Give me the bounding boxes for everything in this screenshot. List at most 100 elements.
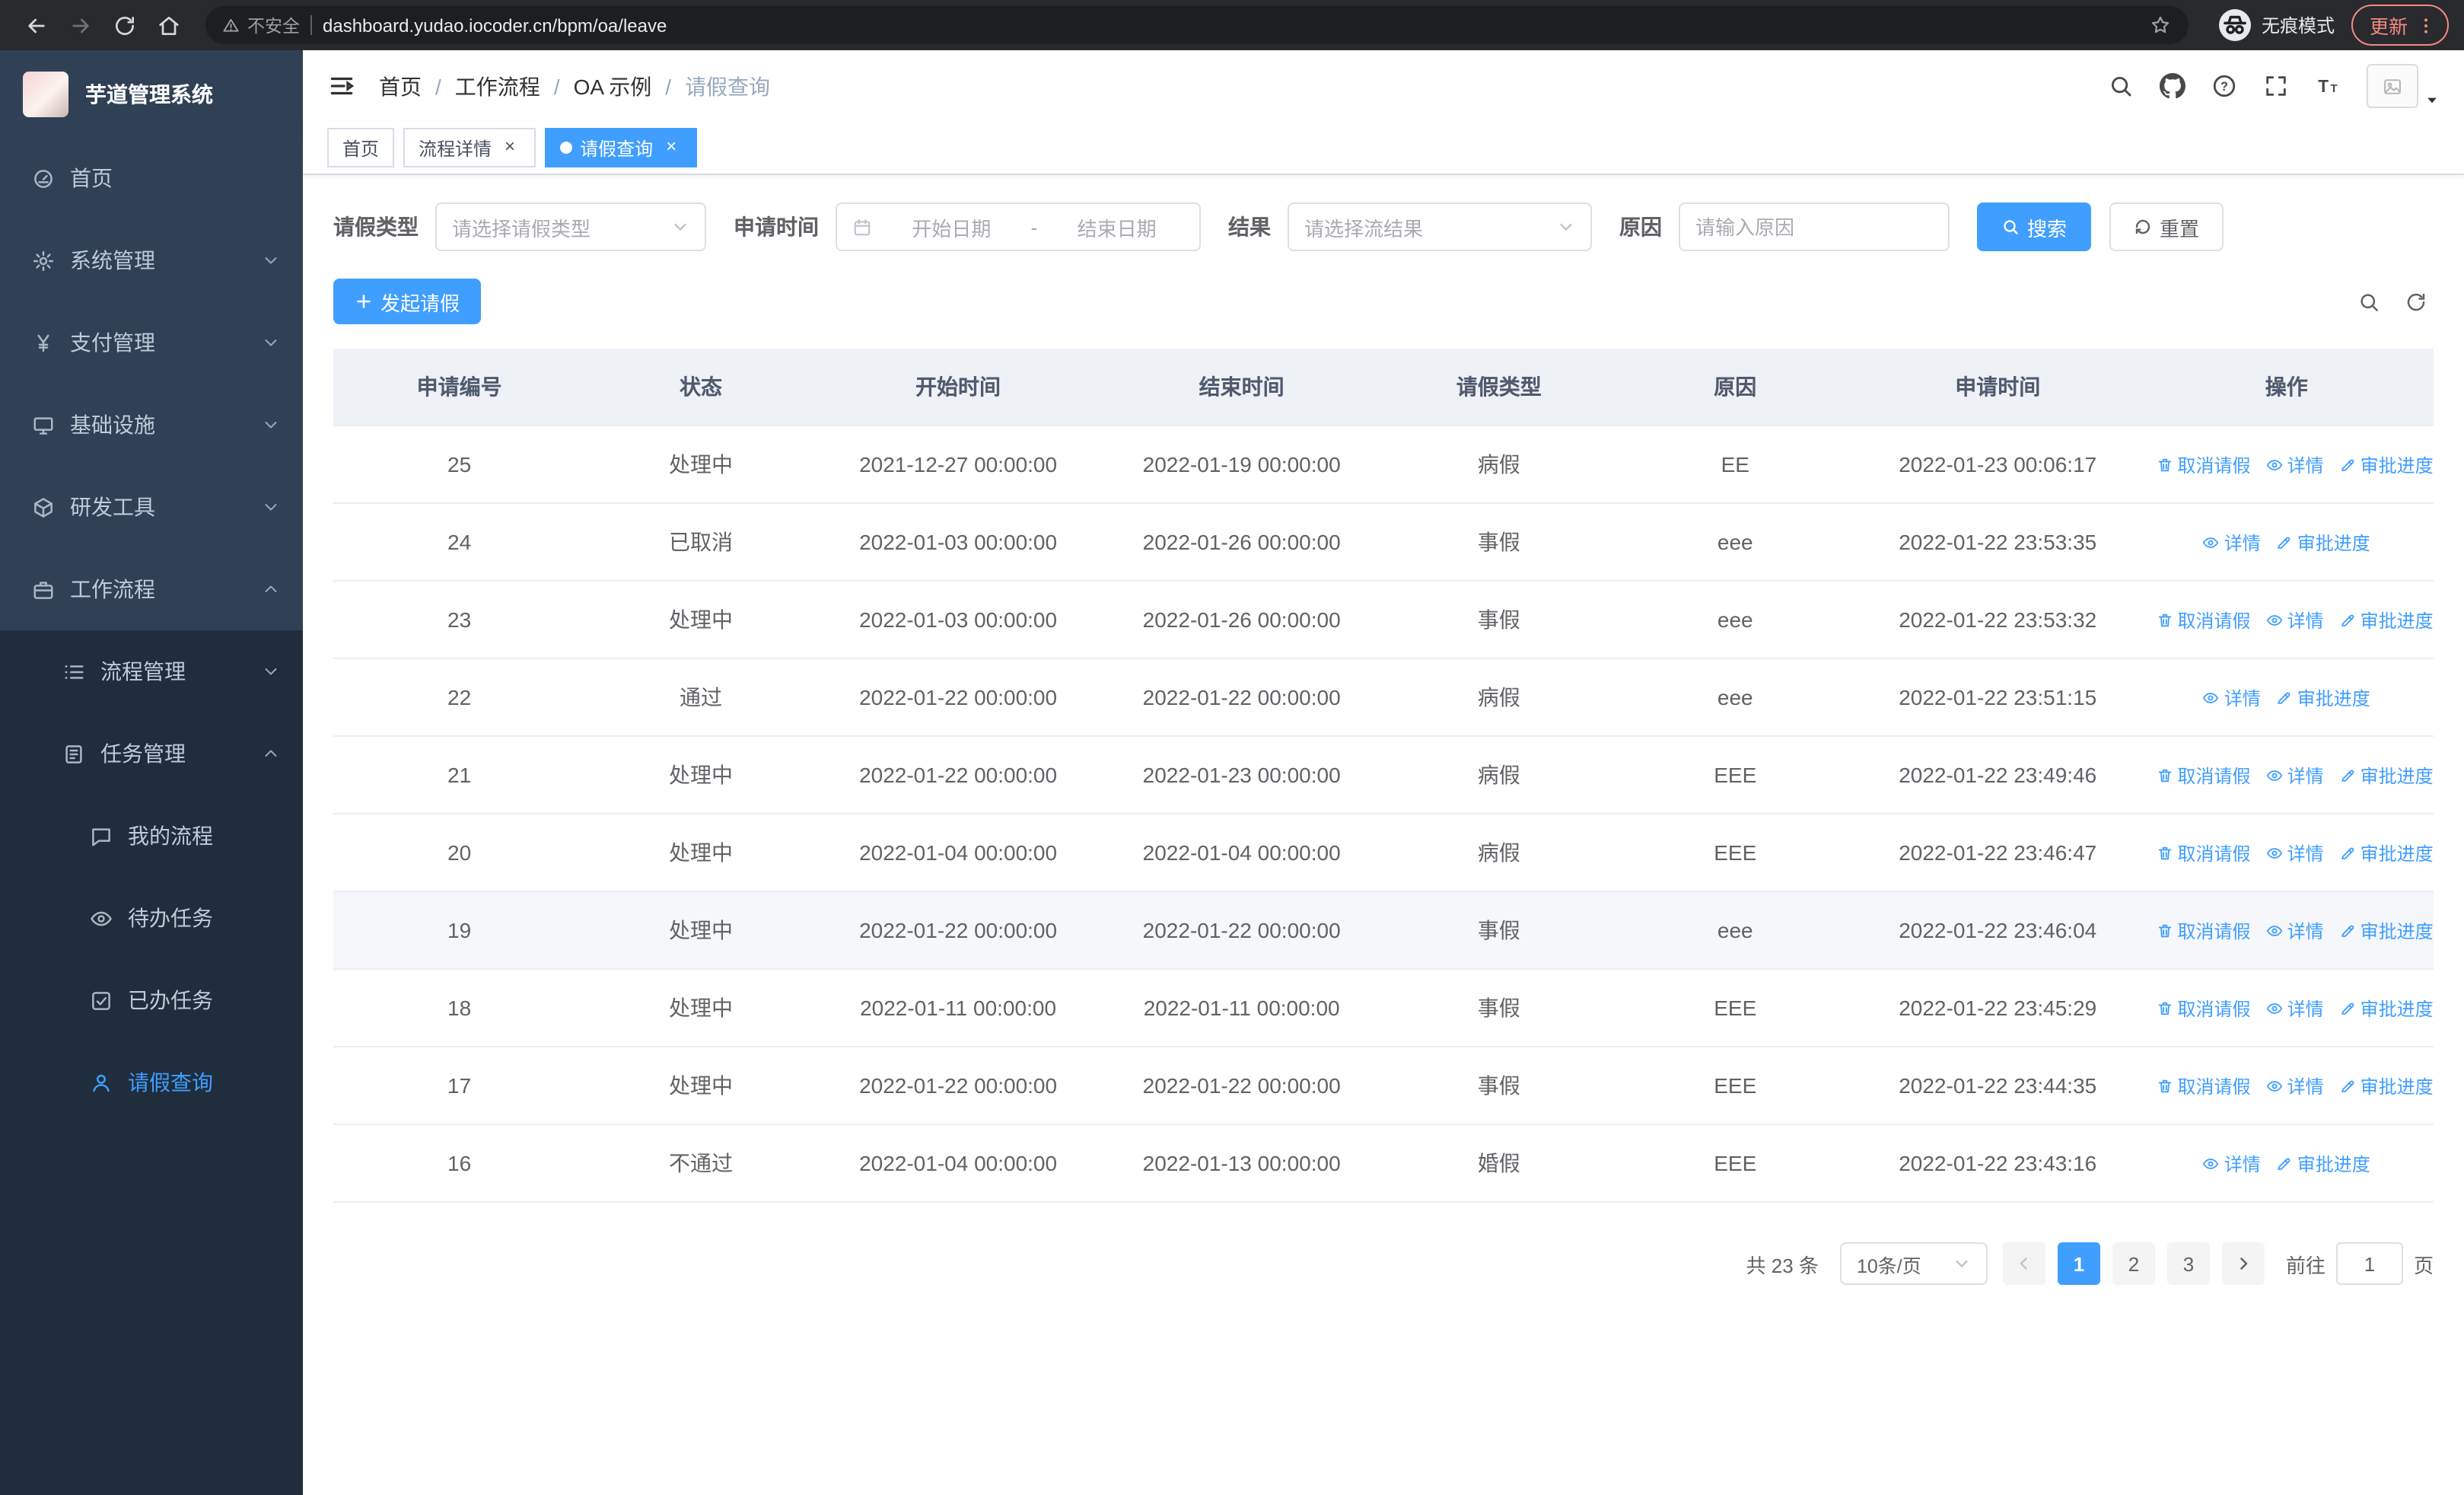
action-cancel-link[interactable]: 取消请假: [2157, 1073, 2251, 1098]
action-progress-link[interactable]: 审批进度: [2339, 451, 2434, 477]
cell-leave-type: 病假: [1383, 426, 1615, 504]
browser-update-button[interactable]: 更新: [2351, 5, 2449, 46]
action-cancel-link[interactable]: 取消请假: [2157, 917, 2251, 943]
action-detail-link[interactable]: 详情: [2266, 451, 2324, 477]
action-label: 详情: [2287, 998, 2324, 1019]
action-detail-link[interactable]: 详情: [2266, 762, 2324, 788]
sidebar-collapse-button[interactable]: [327, 72, 356, 100]
result-select[interactable]: 请选择流结果: [1288, 202, 1592, 251]
caret-down-icon: [2424, 93, 2440, 108]
breadcrumb-separator: /: [435, 74, 441, 98]
browser-back-button[interactable]: [15, 5, 56, 46]
box-icon: [32, 496, 55, 518]
breadcrumb-item[interactable]: 工作流程: [455, 71, 540, 101]
action-detail-link[interactable]: 详情: [2266, 917, 2324, 943]
next-page-button[interactable]: [2221, 1242, 2265, 1285]
create-leave-button[interactable]: 发起请假: [333, 279, 482, 324]
action-progress-link[interactable]: 审批进度: [2339, 607, 2434, 633]
address-divider: [310, 15, 312, 35]
warning-icon: [222, 17, 240, 34]
action-label: 取消请假: [2177, 765, 2251, 786]
refresh-table-button[interactable]: [2405, 290, 2427, 313]
close-icon[interactable]: ×: [661, 136, 682, 158]
action-cancel-link[interactable]: 取消请假: [2157, 995, 2251, 1021]
action-cancel-link[interactable]: 取消请假: [2157, 451, 2251, 477]
reason-input[interactable]: [1679, 202, 1950, 251]
user-avatar[interactable]: [2367, 64, 2440, 108]
sidebar-item-todo-task[interactable]: 待办任务: [0, 877, 303, 959]
font-size-button[interactable]: TT: [2315, 73, 2341, 99]
sidebar-item-leave-query[interactable]: 请假查询: [0, 1041, 303, 1124]
browser-forward-button[interactable]: [59, 5, 100, 46]
close-icon[interactable]: ×: [499, 136, 520, 158]
action-cancel-link[interactable]: 取消请假: [2157, 762, 2251, 788]
address-bar[interactable]: 不安全 dashboard.yudao.iocoder.cn/bpm/oa/le…: [205, 6, 2189, 44]
action-progress-link[interactable]: 审批进度: [2276, 529, 2370, 555]
browser-home-button[interactable]: [148, 5, 189, 46]
action-detail-link[interactable]: 详情: [2203, 1150, 2261, 1176]
leave-type-select[interactable]: 请选择请假类型: [435, 202, 706, 251]
sidebar-item-done-task[interactable]: 已办任务: [0, 959, 303, 1041]
action-detail-link[interactable]: 详情: [2203, 684, 2261, 710]
action-cancel-link[interactable]: 取消请假: [2157, 607, 2251, 633]
search-button[interactable]: 搜索: [1977, 202, 2092, 251]
header-search-button[interactable]: [2108, 73, 2134, 99]
browser-reload-button[interactable]: [103, 5, 145, 46]
tab-首页[interactable]: 首页: [327, 128, 395, 167]
action-progress-link[interactable]: 审批进度: [2276, 684, 2370, 710]
page-button-3[interactable]: 3: [2166, 1242, 2210, 1285]
fullscreen-button[interactable]: [2263, 73, 2289, 99]
sidebar-item-system[interactable]: 系统管理: [0, 219, 303, 301]
page-size-select[interactable]: 10条/页: [1839, 1242, 1988, 1285]
sidebar-item-home[interactable]: 首页: [0, 137, 303, 219]
action-label: 详情: [2287, 1076, 2324, 1097]
toggle-search-button[interactable]: [2357, 290, 2380, 313]
action-detail-link[interactable]: 详情: [2203, 529, 2261, 555]
sidebar-item-devtools[interactable]: 研发工具: [0, 466, 303, 548]
breadcrumb-item[interactable]: OA 示例: [574, 71, 652, 101]
sidebar-item-payment[interactable]: 支付管理: [0, 301, 303, 384]
apply-time-range-picker[interactable]: 开始日期 - 结束日期: [836, 202, 1201, 251]
help-button[interactable]: ?: [2211, 73, 2237, 99]
reset-button[interactable]: 重置: [2109, 202, 2224, 251]
action-detail-link[interactable]: 详情: [2266, 995, 2324, 1021]
sidebar-item-infra[interactable]: 基础设施: [0, 384, 303, 466]
sidebar-item-task[interactable]: 任务管理: [0, 712, 303, 795]
cell-reason: EEE: [1614, 1047, 1856, 1125]
security-chip[interactable]: 不安全: [222, 13, 300, 37]
sidebar-item-process[interactable]: 流程管理: [0, 630, 303, 712]
action-detail-link[interactable]: 详情: [2266, 840, 2324, 865]
cell-status: 通过: [585, 658, 817, 737]
sidebar-item-my-process[interactable]: 我的流程: [0, 795, 303, 877]
view-icon: [2203, 1155, 2220, 1171]
tab-流程详情[interactable]: 流程详情 ×: [403, 128, 536, 167]
bookmark-star-icon[interactable]: [2149, 14, 2172, 37]
column-header: 原因: [1614, 349, 1856, 426]
action-progress-link[interactable]: 审批进度: [2339, 762, 2434, 788]
sidebar-logo[interactable]: 芋道管理系统: [0, 50, 303, 137]
cell-actions: 取消请假 详情 审批进度: [2139, 969, 2434, 1047]
action-progress-link[interactable]: 审批进度: [2339, 1073, 2434, 1098]
cell-actions: 取消请假 详情 审批进度: [2139, 736, 2434, 814]
cell-apply-time: 2022-01-22 23:53:32: [1855, 581, 2140, 659]
action-progress-link[interactable]: 审批进度: [2339, 917, 2434, 943]
action-progress-link[interactable]: 审批进度: [2276, 1150, 2370, 1176]
action-detail-link[interactable]: 详情: [2266, 607, 2324, 633]
prev-page-button[interactable]: [2002, 1242, 2045, 1285]
filter-apply-time: 申请时间 开始日期 - 结束日期: [734, 202, 1201, 251]
goto-page-input[interactable]: [2335, 1242, 2403, 1285]
page-button-2[interactable]: 2: [2112, 1242, 2155, 1285]
action-progress-link[interactable]: 审批进度: [2339, 840, 2434, 865]
action-cancel-link[interactable]: 取消请假: [2157, 840, 2251, 865]
tab-请假查询[interactable]: 请假查询 ×: [545, 128, 698, 167]
menu-item-label: 支付管理: [70, 330, 155, 355]
svg-text:?: ?: [2220, 80, 2228, 94]
sidebar-item-workflow[interactable]: 工作流程: [0, 548, 303, 630]
breadcrumb-item[interactable]: 首页: [379, 71, 422, 101]
reload-icon: [112, 13, 136, 37]
action-detail-link[interactable]: 详情: [2266, 1073, 2324, 1098]
page-button-1[interactable]: 1: [2057, 1242, 2100, 1285]
cell-start-time: 2022-01-22 00:00:00: [816, 1047, 1100, 1125]
github-button[interactable]: [2160, 73, 2185, 99]
action-progress-link[interactable]: 审批进度: [2339, 995, 2434, 1021]
